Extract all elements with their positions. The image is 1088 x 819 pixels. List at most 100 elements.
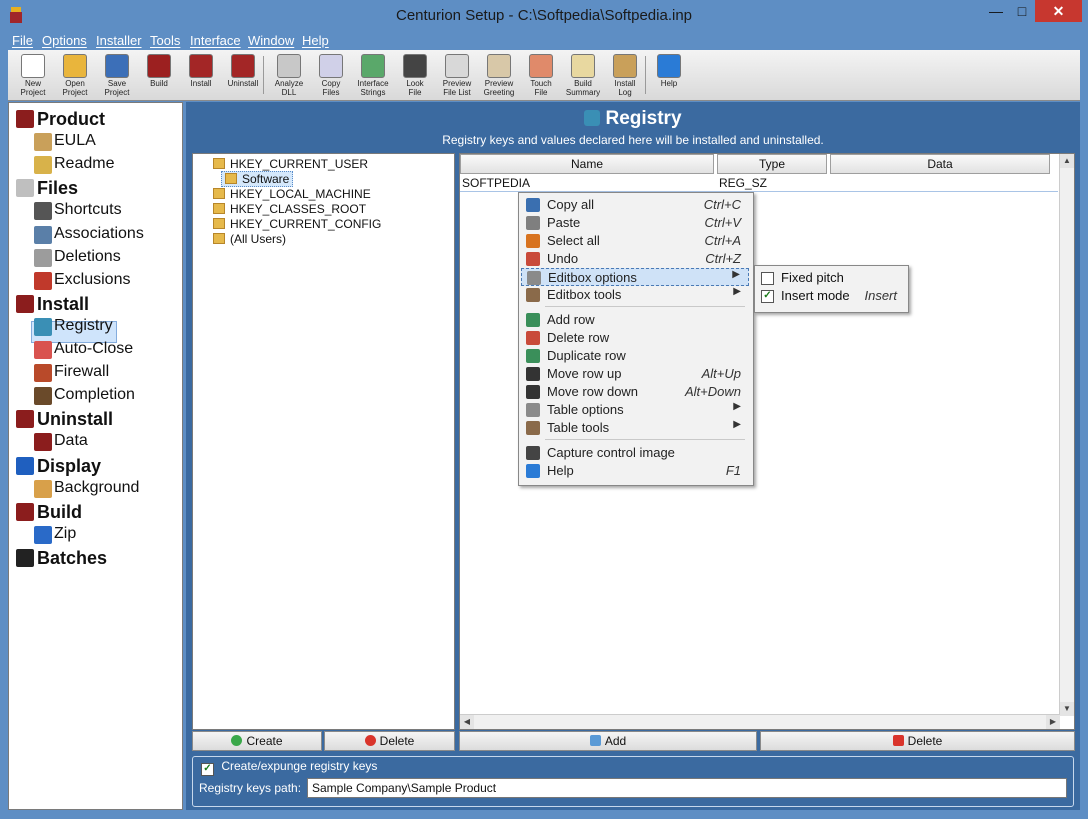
- create-expunge-checkbox[interactable]: ✓: [201, 763, 214, 776]
- maximize-button[interactable]: □: [1009, 0, 1035, 22]
- toolbar-help-button[interactable]: Help: [648, 52, 690, 98]
- menu-item-add-row[interactable]: Add row: [521, 311, 749, 329]
- vertical-scrollbar[interactable]: ▲ ▼: [1059, 154, 1074, 716]
- menu-item-move-row-up[interactable]: Move row up Alt+Up: [521, 365, 749, 383]
- toolbar-label-line1: Copy: [321, 79, 341, 88]
- toolbar-touch-file-button[interactable]: Touch File: [520, 52, 562, 98]
- tree-node-label: HKEY_CURRENT_CONFIG: [230, 217, 382, 231]
- open-project-icon: [63, 54, 87, 78]
- menu-item-table-options[interactable]: Table options ▶: [521, 401, 749, 419]
- sidebar-item-label: Zip: [54, 524, 77, 542]
- menu-installer[interactable]: Installer: [96, 33, 142, 48]
- scroll-right-icon[interactable]: ▶: [1046, 715, 1060, 729]
- tree-node-label: HKEY_CLASSES_ROOT: [230, 202, 367, 216]
- toolbar-preview-greeting-label: Preview Greeting: [478, 79, 520, 97]
- auto-close-icon: [34, 341, 52, 359]
- toolbar-analyze-dll-button[interactable]: Analyze DLL: [268, 52, 310, 98]
- column-header-type[interactable]: Type: [717, 154, 827, 174]
- menu-item-undo[interactable]: Undo Ctrl+Z: [521, 250, 749, 268]
- menu-item-table-tools[interactable]: Table tools ▶: [521, 419, 749, 437]
- delete-key-button[interactable]: Delete: [324, 731, 455, 751]
- add-value-button[interactable]: Add: [459, 731, 757, 751]
- menu-item-select-all[interactable]: Select all Ctrl+A: [521, 232, 749, 250]
- menu-file[interactable]: File: [12, 33, 33, 48]
- associations-icon: [34, 225, 52, 244]
- menu-item-copy-all[interactable]: Copy all Ctrl+C: [521, 196, 749, 214]
- tree-node-label: HKEY_LOCAL_MACHINE: [230, 187, 371, 201]
- table-cell-type[interactable]: REG_SZ: [719, 176, 767, 190]
- menu-item-capture-control-image[interactable]: Capture control image: [521, 444, 749, 462]
- tree-node-hkey-current-config[interactable]: HKEY_CURRENT_CONFIG: [213, 217, 381, 232]
- sidebar-item-label: Shortcuts: [54, 201, 122, 219]
- toolbar-build-button[interactable]: Build: [138, 52, 180, 98]
- tree-node-label: HKEY_CURRENT_USER: [230, 157, 369, 171]
- toolbar-preview-file-list-button[interactable]: Preview File List: [436, 52, 478, 98]
- toolbar-interface-strings-button[interactable]: Interface Strings: [352, 52, 394, 98]
- menu-item-paste[interactable]: Paste Ctrl+V: [521, 214, 749, 232]
- menu-item-move-row-down[interactable]: Move row down Alt+Down: [521, 383, 749, 401]
- tree-node-hkey-local-machine[interactable]: HKEY_LOCAL_MACHINE: [213, 187, 371, 202]
- menu-window[interactable]: Window: [248, 33, 294, 48]
- close-button[interactable]: ✕: [1035, 0, 1082, 22]
- toolbar-open-project-button[interactable]: Open Project: [54, 52, 96, 98]
- column-header-data[interactable]: Data: [830, 154, 1050, 174]
- menu-item-label: Delete row: [547, 330, 610, 345]
- toolbar-uninstall-button[interactable]: Uninstall: [222, 52, 264, 98]
- toolbar-look-file-button[interactable]: Look File: [394, 52, 436, 98]
- toolbar-install-log-button[interactable]: Install Log: [604, 52, 646, 98]
- scroll-down-icon[interactable]: ▼: [1060, 702, 1074, 716]
- tree-node-hkey-classes-root[interactable]: HKEY_CLASSES_ROOT: [213, 202, 366, 217]
- tree-node-all-users[interactable]: (All Users): [213, 232, 286, 247]
- sidebar-item-label: Firewall: [54, 363, 110, 381]
- menu-item-help[interactable]: Help F1: [521, 462, 749, 480]
- menu-item-shortcut: Ctrl+C: [703, 197, 741, 212]
- folder-icon: [213, 218, 225, 229]
- submenu-item-fixed-pitch[interactable]: Fixed pitch: [761, 270, 903, 288]
- sidebar-item-label: Exclusions: [54, 270, 131, 288]
- toolbar-preview-greeting-button[interactable]: Preview Greeting: [478, 52, 520, 98]
- column-header-name[interactable]: Name: [460, 154, 714, 174]
- insert-mode-checkbox[interactable]: ✓: [761, 290, 774, 303]
- submenu-item-label: Insert mode: [781, 288, 850, 303]
- registry-path-input[interactable]: Sample Company\Sample Product: [307, 778, 1067, 798]
- toolbar-copy-files-button[interactable]: Copy Files: [310, 52, 352, 98]
- menu-item-label: Move row down: [547, 384, 639, 399]
- toolbar-new-project-button[interactable]: New Project: [12, 52, 54, 98]
- menu-item-label: Editbox tools: [547, 287, 622, 302]
- uninstall-icon: [231, 54, 255, 78]
- toolbar-label-line2: File: [534, 88, 548, 97]
- folder-icon: [213, 203, 225, 214]
- toolbar-build-summary-button[interactable]: Build Summary: [562, 52, 604, 98]
- menu-help[interactable]: Help: [302, 33, 329, 48]
- minimize-button[interactable]: —: [983, 0, 1009, 22]
- submenu-item-shortcut: Insert: [864, 288, 897, 303]
- completion-icon: [34, 387, 52, 406]
- submenu-item-insert-mode[interactable]: ✓ Insert mode Insert: [761, 288, 903, 306]
- menu-item-editbox-tools[interactable]: Editbox tools ▶: [521, 286, 749, 304]
- horizontal-scrollbar[interactable]: ◀ ▶: [460, 714, 1060, 729]
- table-cell-name[interactable]: SOFTPEDIA: [462, 176, 530, 190]
- menu-item-delete-row[interactable]: Delete row: [521, 329, 749, 347]
- create-expunge-option[interactable]: ✓ Create/expunge registry keys: [201, 759, 377, 776]
- delete-value-button[interactable]: Delete: [760, 731, 1075, 751]
- menu-item-editbox-options[interactable]: Editbox options ▶: [521, 268, 749, 286]
- scroll-left-icon[interactable]: ◀: [460, 715, 474, 729]
- menu-item-duplicate-row[interactable]: Duplicate row: [521, 347, 749, 365]
- toolbar-label-line2: File: [408, 88, 422, 97]
- toolbar-save-project-button[interactable]: Save Project: [96, 52, 138, 98]
- sidebar: Product EULA Readme Files Shortcuts Associati…: [8, 102, 183, 810]
- sidebar-item-label: Uninstall: [37, 409, 114, 430]
- create-button[interactable]: Create: [192, 731, 322, 751]
- menu-options[interactable]: Options: [42, 33, 87, 48]
- tree-node-software[interactable]: Software: [221, 171, 294, 187]
- toolbar-save-project-label: Save Project: [96, 79, 138, 97]
- tree-node-hkey-current-user[interactable]: HKEY_CURRENT_USER: [213, 157, 368, 172]
- toolbar-look-file-label: Look File: [394, 79, 436, 97]
- menu-item-shortcut: Ctrl+A: [704, 233, 741, 248]
- new-project-icon: [21, 54, 45, 78]
- toolbar-install-button[interactable]: Install: [180, 52, 222, 98]
- menu-interface[interactable]: Interface: [190, 33, 241, 48]
- scroll-up-icon[interactable]: ▲: [1060, 154, 1074, 168]
- menu-tools[interactable]: Tools: [150, 33, 180, 48]
- fixed-pitch-checkbox[interactable]: [761, 272, 774, 285]
